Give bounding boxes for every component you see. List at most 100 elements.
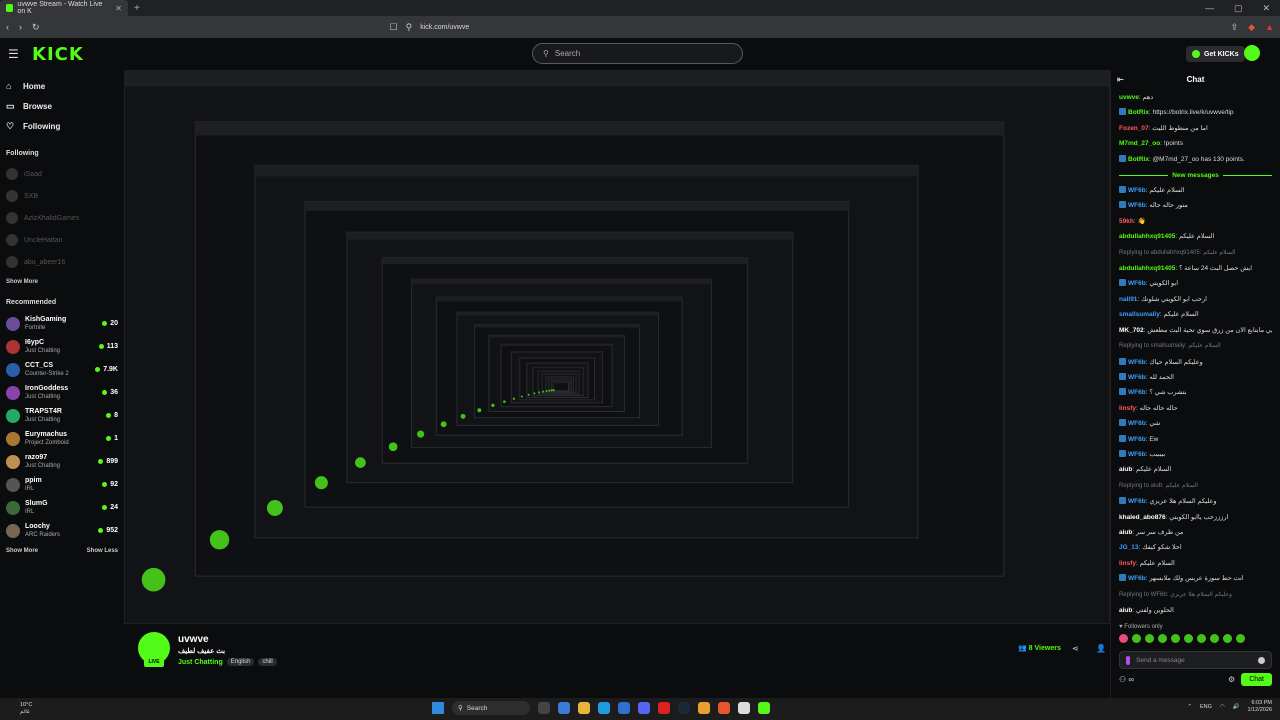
following-item[interactable]: UncleHattan — [6, 229, 118, 251]
recommended-item[interactable]: Loochy ARC Raiders 952 — [6, 519, 118, 542]
emote-icon[interactable] — [1145, 634, 1154, 644]
recommended-show-more[interactable]: Show More — [6, 548, 38, 554]
kick-logo[interactable]: KICK — [32, 44, 84, 65]
recommended-show-less[interactable]: Show Less — [87, 548, 118, 554]
recommended-item[interactable]: SlumG IRL 24 — [6, 496, 118, 519]
chat-send-button[interactable]: Chat — [1241, 673, 1272, 687]
menu-icon[interactable]: ☰ — [8, 47, 26, 61]
get-kicks-button[interactable]: Get KICKs — [1186, 46, 1245, 62]
stream-category[interactable]: Just Chatting — [178, 659, 223, 666]
brave-icon[interactable] — [718, 702, 730, 714]
browser-tab[interactable]: uvwve Stream - Watch Live on K ✕ — [0, 0, 128, 16]
chat-username[interactable]: WF6b — [1128, 187, 1146, 194]
nav-item-browse[interactable]: ▭ Browse — [6, 96, 118, 116]
chat-username[interactable]: WF6b — [1128, 202, 1146, 209]
maximize-icon[interactable]: ▢ — [1234, 3, 1243, 14]
recommended-item[interactable]: razo97 Just Chatting 899 — [6, 450, 118, 473]
site-info-icon[interactable]: ⚲ — [406, 22, 413, 33]
following-item[interactable]: SXB — [6, 185, 118, 207]
emote-icon[interactable] — [1197, 634, 1206, 644]
stream-tag[interactable]: English — [226, 658, 255, 666]
discord-icon[interactable] — [638, 702, 650, 714]
chat-username[interactable]: linsfy — [1119, 405, 1136, 412]
chat-username[interactable]: WF6b — [1128, 359, 1146, 366]
kick-app-icon[interactable] — [758, 702, 770, 714]
emote-icon[interactable] — [1158, 634, 1167, 644]
chat-username[interactable]: uvwve — [1119, 94, 1139, 101]
chat-username[interactable]: WF6b — [1128, 436, 1146, 443]
new-tab-icon[interactable]: + — [134, 3, 140, 14]
chat-username[interactable]: aiub — [1119, 466, 1132, 473]
channel-points[interactable]: ⚇ ∞ — [1119, 675, 1134, 684]
chat-username[interactable]: WF6b — [1128, 280, 1146, 287]
search-input[interactable]: ⚲ Search — [532, 43, 743, 64]
chat-username[interactable]: WF6b — [1128, 575, 1146, 582]
emote-icon[interactable] — [1184, 634, 1193, 644]
clock[interactable]: 6:03 PM 1/12/2026 — [1248, 700, 1272, 714]
adobe-icon[interactable] — [658, 702, 670, 714]
emote-icon[interactable] — [1210, 634, 1219, 644]
weather-widget[interactable]: 10°C غائم — [0, 702, 120, 716]
emote-icon[interactable] — [1171, 634, 1180, 644]
streamer-name[interactable]: uvwve — [178, 634, 209, 645]
chat-username[interactable]: smallsumaliy — [1119, 311, 1160, 318]
recommended-item[interactable]: IronGoddess Just Chatting 36 — [6, 381, 118, 404]
share-icon[interactable]: ⇪ — [1231, 22, 1239, 33]
windows-start-icon[interactable] — [432, 702, 444, 714]
recommended-item[interactable]: KishGaming Fortnite 20 — [6, 312, 118, 335]
task-view-icon[interactable] — [538, 702, 550, 714]
chat-username[interactable]: abdullahhxq91405 — [1119, 265, 1175, 272]
mail-icon[interactable] — [618, 702, 630, 714]
back-icon[interactable]: ‹ — [6, 22, 9, 32]
url-field[interactable]: ☐ ⚲ kick.com/uvwve — [390, 22, 470, 33]
copilot-icon[interactable] — [558, 702, 570, 714]
chat-username[interactable]: Fozen_07 — [1119, 125, 1149, 132]
collapse-chat-icon[interactable]: ⇤ — [1117, 75, 1124, 84]
recommended-item[interactable]: TRAPST4R Just Chatting 8 — [6, 404, 118, 427]
app-icon[interactable] — [698, 702, 710, 714]
chat-username[interactable]: BotRix — [1128, 109, 1149, 116]
emote-icon[interactable] — [1223, 634, 1232, 644]
brave-shield-icon[interactable]: ◆ — [1248, 22, 1255, 33]
minimize-icon[interactable]: — — [1205, 3, 1214, 14]
following-show-more[interactable]: Show More — [6, 279, 38, 285]
close-tab-icon[interactable]: ✕ — [115, 4, 122, 13]
follow-user-icon[interactable]: 👤 — [1096, 644, 1106, 653]
file-explorer-icon[interactable] — [578, 702, 590, 714]
stream-tag[interactable]: chill — [258, 658, 277, 666]
emote-icon[interactable] — [1236, 634, 1245, 644]
lang-indicator[interactable]: ENG — [1200, 704, 1212, 710]
nav-item-following[interactable]: ♡ Following — [6, 116, 118, 136]
tray-chevron-icon[interactable]: ⌃ — [1187, 704, 1192, 710]
chat-username[interactable]: nall91 — [1119, 296, 1137, 303]
following-item[interactable]: abu_abeer16 — [6, 251, 118, 273]
close-window-icon[interactable]: ✕ — [1262, 3, 1270, 14]
rewards-icon[interactable]: ▲ — [1265, 22, 1274, 33]
chat-username[interactable]: 59kh — [1119, 218, 1134, 225]
emote-icon[interactable] — [1119, 634, 1128, 644]
chat-username[interactable]: khaled_abo876 — [1119, 514, 1166, 521]
following-item[interactable]: iSaad — [6, 163, 118, 185]
video-player[interactable] — [124, 70, 1110, 624]
notepad-icon[interactable] — [738, 702, 750, 714]
chat-username[interactable]: aiub — [1119, 607, 1132, 614]
wifi-icon[interactable]: ◠ — [1220, 704, 1225, 710]
recommended-item[interactable]: I6ypC Just Chatting 113 — [6, 335, 118, 358]
reload-icon[interactable]: ↻ — [32, 22, 40, 33]
following-item[interactable]: AzizKhalidGames — [6, 207, 118, 229]
forward-icon[interactable]: › — [19, 22, 22, 32]
chat-username[interactable]: linsfy — [1119, 560, 1136, 567]
chat-settings-icon[interactable]: ⚙ — [1228, 675, 1235, 684]
volume-icon[interactable]: 🔊 — [1233, 704, 1240, 710]
chat-username[interactable]: JG_13 — [1119, 544, 1139, 551]
new-messages-divider[interactable]: New messages — [1119, 167, 1272, 183]
chat-username[interactable]: WF6b — [1128, 451, 1146, 458]
steam-icon[interactable] — [678, 702, 690, 714]
chat-username[interactable]: WF6b — [1128, 498, 1146, 505]
chat-username[interactable]: aiub — [1119, 529, 1132, 536]
recommended-item[interactable]: ppim IRL 92 — [6, 473, 118, 496]
share-icon[interactable]: ⋖ — [1072, 644, 1079, 653]
edge-icon[interactable] — [598, 702, 610, 714]
chat-username[interactable]: WF6b — [1128, 374, 1146, 381]
recommended-item[interactable]: Eurymachus Project Zomboid 1 — [6, 427, 118, 450]
